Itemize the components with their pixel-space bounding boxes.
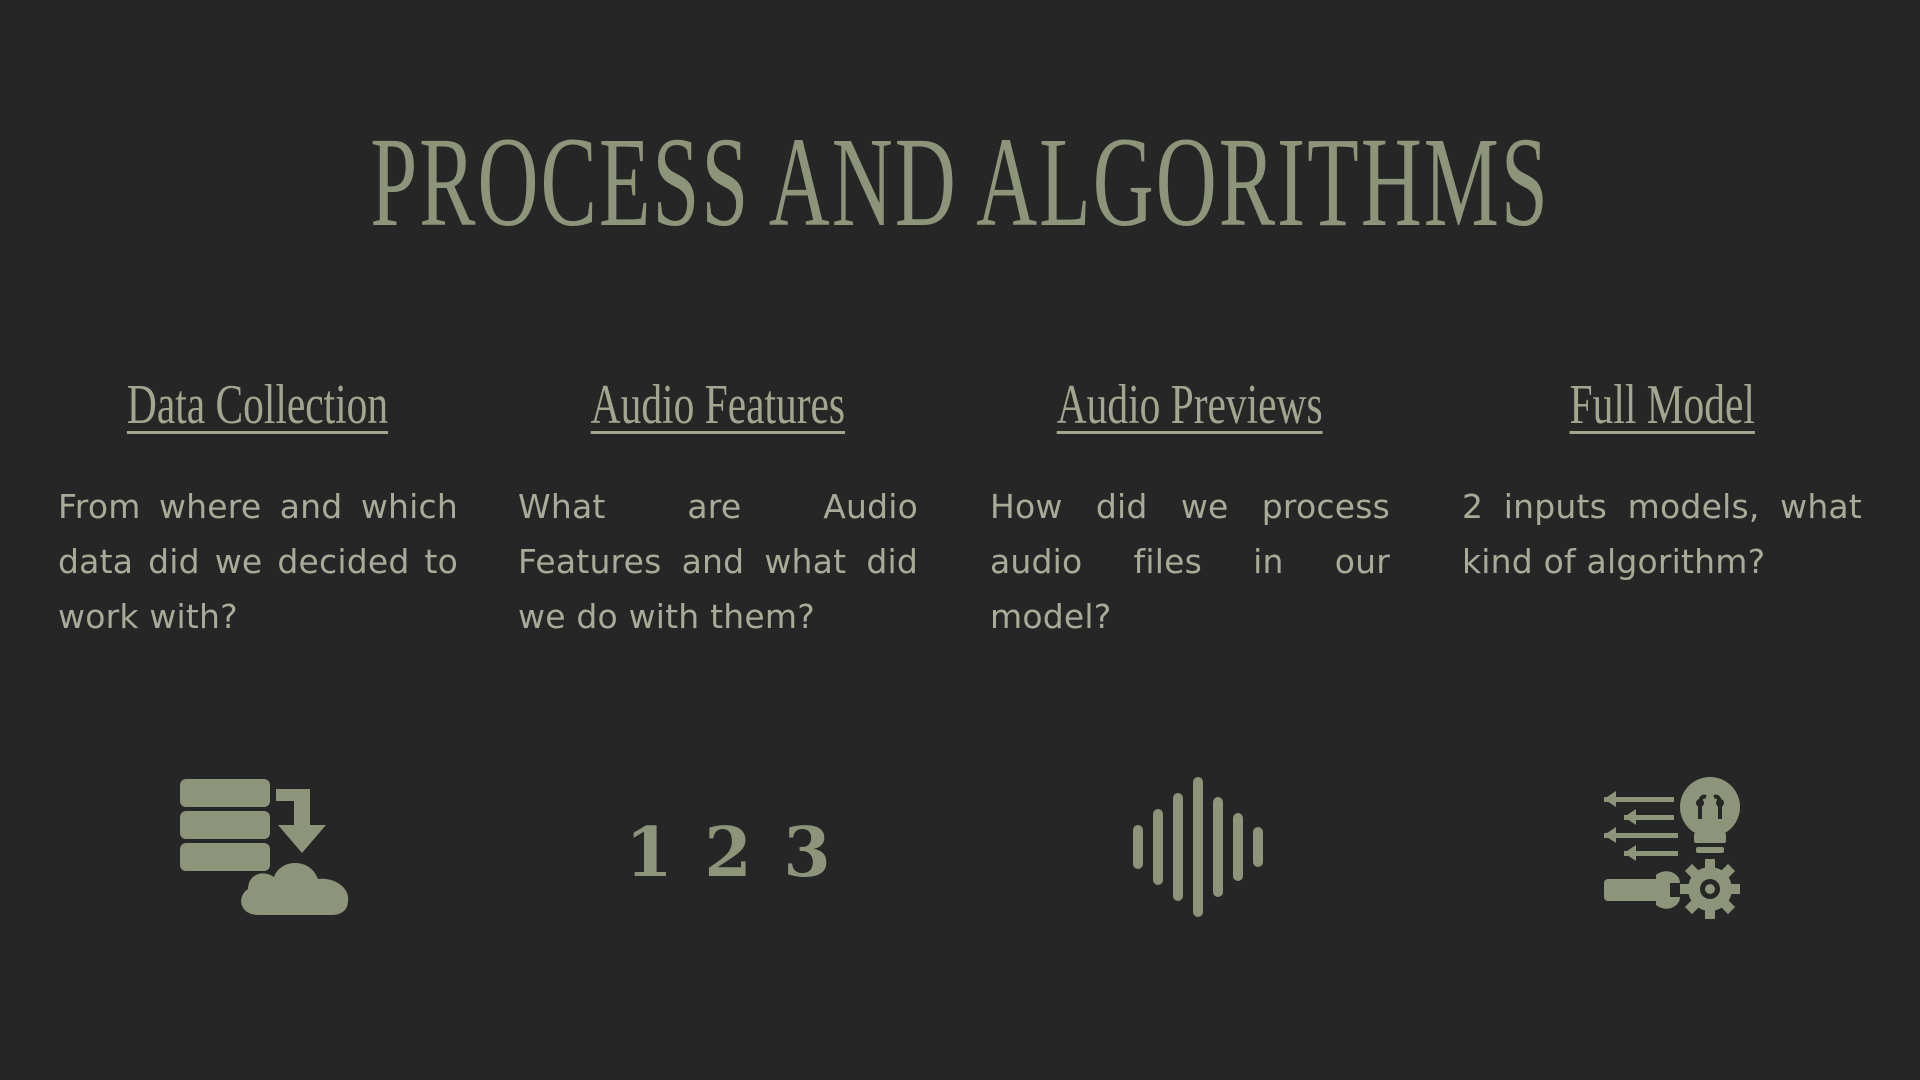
column-full-model: Full Model 2 inputs models, what kind of… bbox=[1462, 372, 1862, 589]
column-audio-previews: Audio Previews How did we process audio … bbox=[990, 372, 1390, 644]
heading-data-collection[interactable]: Data Collection bbox=[127, 372, 388, 439]
numbers-icon-text: 1 2 3 bbox=[630, 813, 830, 893]
heading-audio-features[interactable]: Audio Features bbox=[591, 372, 845, 439]
heading-full-model[interactable]: Full Model bbox=[1569, 372, 1754, 439]
lightbulb-gear-tools-icon bbox=[1596, 775, 1746, 920]
numbers-icon: 1 2 3 bbox=[630, 800, 830, 910]
database-cloud-download-icon bbox=[178, 775, 358, 920]
sound-wave-icon bbox=[1130, 775, 1270, 920]
text-data-collection: From where and which data did we decided… bbox=[58, 487, 458, 637]
text-audio-previews: How did we process audio files in our mo… bbox=[990, 487, 1390, 637]
column-audio-features: Audio Features What are Audio Features a… bbox=[518, 372, 918, 644]
column-data-collection: Data Collection From where and which dat… bbox=[58, 372, 458, 644]
text-audio-features: What are Audio Features and what did we … bbox=[518, 487, 918, 637]
text-full-model: 2 inputs models, what kind of algorithm? bbox=[1462, 487, 1862, 582]
slide-title: PROCESS AND ALGORITHMS bbox=[370, 111, 1550, 253]
heading-audio-previews[interactable]: Audio Previews bbox=[1057, 372, 1323, 439]
